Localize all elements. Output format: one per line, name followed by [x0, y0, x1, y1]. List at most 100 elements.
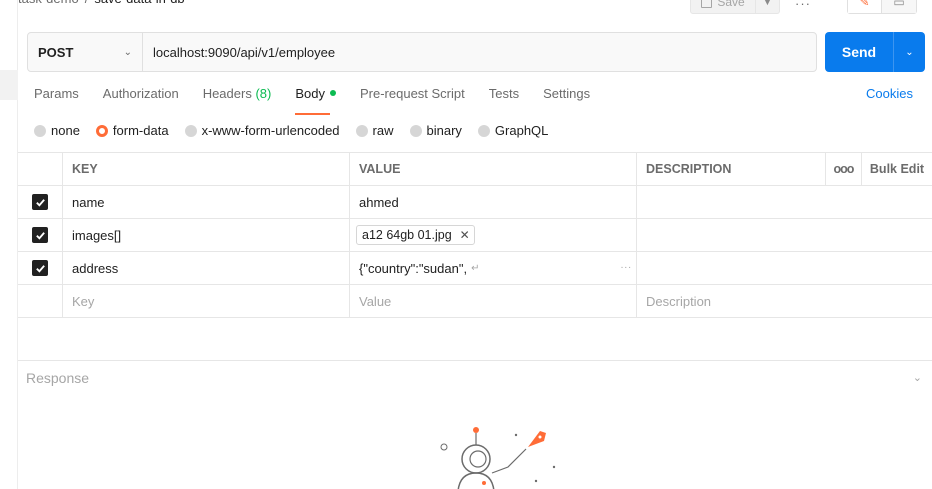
tab-params[interactable]: Params	[34, 86, 79, 106]
row-enabled-checkbox[interactable]	[32, 260, 48, 276]
column-header-key: KEY	[63, 153, 350, 185]
key-cell[interactable]: address	[63, 252, 350, 284]
radio-graphql[interactable]: GraphQL	[477, 123, 549, 138]
radio-label: raw	[372, 123, 394, 138]
row-enabled-checkbox[interactable]	[32, 194, 48, 210]
radio-label: form-data	[112, 123, 169, 138]
send-button-group: Send ⌄	[825, 32, 925, 72]
radio-circle	[355, 124, 368, 137]
table-row: address {"country":"sudan", ↵ ...	[18, 252, 932, 285]
table-header-row: KEY VALUE DESCRIPTION ooo Bulk Edit	[18, 153, 932, 186]
breadcrumb-parent[interactable]: task-demo	[18, 0, 79, 6]
row-check-cell	[18, 285, 63, 317]
tab-settings[interactable]: Settings	[543, 86, 590, 106]
value-cell[interactable]: {"country":"sudan", ↵ ...	[350, 252, 637, 284]
tab-label: Pre-request Script	[359, 86, 465, 101]
key-cell[interactable]: images[]	[63, 219, 350, 251]
column-header-value: VALUE	[350, 153, 637, 185]
comments-mode-button[interactable]: ▭	[882, 0, 916, 13]
save-button[interactable]: Save	[690, 0, 756, 14]
description-input[interactable]: Description	[637, 285, 932, 317]
description-cell[interactable]	[637, 186, 932, 218]
response-panel: Response ⌄	[18, 360, 932, 489]
tab-label: Settings	[543, 86, 591, 101]
url-input[interactable]	[143, 33, 816, 71]
save-label: Save	[717, 0, 745, 9]
radio-circle	[477, 124, 490, 137]
more-options-button[interactable]: ···	[795, 0, 811, 11]
radio-form-data[interactable]: form-data	[95, 123, 169, 138]
row-enabled-checkbox[interactable]	[32, 227, 48, 243]
breadcrumb: task-demo / save-data-in-db	[18, 0, 185, 6]
key-cell[interactable]: name	[63, 186, 350, 218]
expand-value-icon[interactable]: ...	[621, 260, 632, 271]
edit-mode-button[interactable]: ✎	[848, 0, 882, 13]
file-name: a12 64gb 01.jpg	[362, 228, 452, 242]
radio-none[interactable]: none	[34, 123, 80, 138]
tab-pre-request-script[interactable]: Pre-request Script	[360, 86, 465, 106]
tab-label: Headers	[202, 86, 252, 101]
cookies-link[interactable]: Cookies	[866, 86, 913, 101]
key-input[interactable]: Key	[63, 285, 350, 317]
newline-icon: ↵	[471, 262, 480, 274]
breadcrumb-current[interactable]: save-data-in-db	[94, 0, 184, 6]
radio-label: binary	[426, 123, 462, 138]
astronaut-illustration	[440, 427, 556, 489]
radio-x-www-form-urlencoded[interactable]: x-www-form-urlencoded	[184, 123, 340, 138]
tab-body[interactable]: Body	[295, 86, 336, 115]
tab-label: Params	[34, 86, 79, 101]
description-cell[interactable]	[637, 252, 932, 284]
value-cell[interactable]: ahmed	[350, 186, 637, 218]
file-chip: a12 64gb 01.jpg ✕	[356, 225, 475, 245]
table-row: images[] a12 64gb 01.jpg ✕	[18, 219, 932, 252]
radio-raw[interactable]: raw	[355, 123, 394, 138]
body-modified-indicator	[329, 90, 336, 96]
check-icon	[35, 231, 45, 240]
radio-label: x-www-form-urlencoded	[201, 123, 340, 138]
response-title[interactable]: Response	[26, 370, 89, 386]
request-tabs: Params Authorization Headers (8) Body Pr…	[34, 86, 614, 115]
header-check-cell	[18, 153, 63, 185]
method-select[interactable]: POST ⌄	[28, 33, 143, 71]
send-button[interactable]: Send	[825, 32, 893, 72]
headers-count-badge: (8)	[255, 86, 272, 101]
row-check-cell	[18, 252, 63, 284]
chevron-down-icon: ▼	[763, 0, 772, 7]
column-options-button[interactable]: ooo	[826, 153, 862, 185]
radio-label: GraphQL	[494, 123, 549, 138]
check-icon	[35, 264, 45, 273]
tab-tests[interactable]: Tests	[489, 86, 519, 106]
save-options-button[interactable]: ▼	[756, 0, 780, 14]
body-type-radio-group: none form-data x-www-form-urlencoded raw…	[34, 123, 564, 138]
tab-headers[interactable]: Headers (8)	[203, 86, 272, 106]
radio-circle	[184, 124, 197, 137]
radio-binary[interactable]: binary	[409, 123, 462, 138]
pencil-icon: ✎	[859, 0, 870, 9]
comment-icon: ▭	[893, 0, 905, 9]
table-row: name ahmed	[18, 186, 932, 219]
tab-label: Body	[295, 86, 325, 101]
send-options-button[interactable]: ⌄	[893, 32, 925, 72]
radio-circle	[95, 124, 108, 137]
value-input[interactable]: Value	[350, 285, 637, 317]
bulk-edit-button[interactable]: Bulk Edit	[862, 153, 932, 185]
value-cell[interactable]: a12 64gb 01.jpg ✕	[350, 219, 637, 251]
tab-authorization[interactable]: Authorization	[103, 86, 179, 106]
value-text: {"country":"sudan",	[359, 260, 468, 276]
row-check-cell	[18, 219, 63, 251]
left-sidebar	[0, 0, 18, 489]
form-data-table: KEY VALUE DESCRIPTION ooo Bulk Edit name…	[18, 152, 932, 318]
remove-file-icon[interactable]: ✕	[460, 228, 470, 242]
method-label: POST	[38, 44, 74, 60]
chevron-down-icon: ⌄	[123, 46, 132, 58]
radio-circle	[409, 124, 422, 137]
chevron-down-icon: ⌄	[905, 46, 914, 58]
save-button-group: Save ▼	[690, 0, 780, 14]
sidebar-selected-item[interactable]	[0, 70, 18, 100]
description-cell[interactable]	[637, 219, 932, 251]
view-mode-toggle: ✎ ▭	[847, 0, 917, 14]
chevron-down-icon[interactable]: ⌄	[913, 371, 922, 384]
table-row-new: Key Value Description	[18, 285, 932, 318]
radio-circle	[34, 124, 46, 137]
column-header-description: DESCRIPTION	[637, 153, 826, 185]
